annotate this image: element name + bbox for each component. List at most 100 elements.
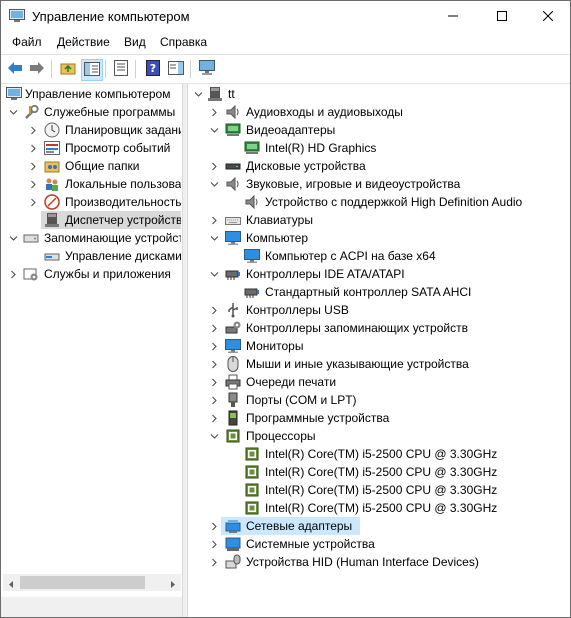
device-label: Устройства HID (Human Interface Devices) (246, 555, 479, 569)
maximize-button[interactable] (479, 1, 525, 32)
monitor-icon (225, 338, 241, 354)
chevron-right-icon[interactable] (210, 337, 219, 355)
device-item[interactable]: Intel(R) Core(TM) i5-2500 CPU @ 3.30GHz (240, 499, 505, 517)
show-hide-tree-button[interactable] (81, 59, 103, 81)
chevron-right-icon[interactable] (210, 157, 219, 175)
chevron-down-icon[interactable] (210, 229, 219, 247)
device-item[interactable]: Intel(R) HD Graphics (240, 139, 384, 157)
minimize-icon (448, 10, 458, 24)
device-category[interactable]: Клавиатуры (221, 211, 321, 229)
device-category[interactable]: Контроллеры запоминающих устройств (221, 319, 476, 337)
chevron-right-icon[interactable] (210, 319, 219, 337)
tree-item-storage[interactable]: Запоминающие устройства (3, 229, 181, 247)
device-item[interactable]: Стандартный контроллер SATA AHCI (240, 283, 479, 301)
processor-icon (244, 446, 260, 462)
action-pane-button[interactable] (166, 59, 186, 79)
up-level-button[interactable] (58, 59, 78, 79)
device-category[interactable]: Системные устройства (221, 535, 383, 553)
device-category[interactable]: Видеоадаптеры (221, 121, 343, 139)
tree-item-performance[interactable]: Производительность (3, 193, 181, 211)
chevron-right-icon[interactable] (29, 139, 38, 157)
chevron-down-icon[interactable] (210, 175, 219, 193)
device-item[interactable]: Intel(R) Core(TM) i5-2500 CPU @ 3.30GHz (240, 463, 505, 481)
chevron-right-icon[interactable] (210, 301, 219, 319)
forward-button[interactable] (27, 59, 47, 79)
chevron-down-icon[interactable] (9, 103, 18, 121)
device-category[interactable]: Дисковые устройства (221, 157, 374, 175)
chevron-down-icon[interactable] (210, 427, 219, 445)
menu-file[interactable]: Файл (12, 35, 42, 49)
svg-text:?: ? (150, 62, 156, 75)
chevron-right-icon[interactable] (29, 193, 38, 211)
tree-item-root[interactable]: Управление компьютером (3, 85, 181, 103)
chevron-right-icon[interactable] (210, 409, 219, 427)
tree-item-shared-folders[interactable]: Общие папки (3, 157, 181, 175)
chevron-right-icon[interactable] (9, 265, 18, 283)
chevron-right-icon[interactable] (210, 355, 219, 373)
chevron-right-icon[interactable] (29, 157, 38, 175)
chevron-down-icon[interactable] (210, 265, 219, 283)
processor-icon (244, 482, 260, 498)
action-pane-icon (168, 60, 184, 78)
device-item[interactable]: Компьютер с ACPI на базе x64 (240, 247, 444, 265)
device-item[interactable]: Intel(R) Core(TM) i5-2500 CPU @ 3.30GHz (240, 481, 505, 499)
chevron-right-icon[interactable] (210, 373, 219, 391)
chevron-down-icon[interactable] (9, 229, 18, 247)
menu-view[interactable]: Вид (124, 35, 146, 49)
menu-help[interactable]: Справка (160, 35, 207, 49)
system-device-icon (225, 536, 241, 552)
tree-item-system-tools[interactable]: Служебные программы (3, 103, 181, 121)
chevron-right-icon[interactable] (210, 103, 219, 121)
device-item[interactable]: Устройство с поддержкой High Definition … (240, 193, 530, 211)
menu-action[interactable]: Действие (57, 35, 110, 49)
device-category[interactable]: Контроллеры USB (221, 301, 357, 319)
help-button[interactable]: ? (143, 59, 163, 79)
processor-icon (244, 500, 260, 516)
device-category[interactable]: Компьютер (221, 229, 316, 247)
chevron-right-icon[interactable] (210, 391, 219, 409)
tree-item-event-viewer[interactable]: Просмотр событий (3, 139, 181, 157)
device-category[interactable]: Мыши и иные указывающие устройства (221, 355, 477, 373)
device-category[interactable]: Очереди печати (221, 373, 344, 391)
device-category[interactable]: Порты (COM и LPT) (221, 391, 365, 409)
show-hide-tree-icon (84, 61, 100, 79)
device-label: Компьютер с ACPI на базе x64 (265, 249, 436, 263)
tree-item-local-users[interactable]: Локальные пользователи (3, 175, 181, 193)
device-category[interactable]: Процессоры (221, 427, 324, 445)
printer-icon (225, 374, 241, 390)
device-category[interactable]: Контроллеры IDE ATA/ATAPI (221, 265, 413, 283)
chevron-right-icon[interactable] (210, 517, 219, 535)
device-item[interactable]: Intel(R) Core(TM) i5-2500 CPU @ 3.30GHz (240, 445, 505, 463)
chevron-down-icon[interactable] (210, 121, 219, 139)
properties-button[interactable] (111, 59, 131, 79)
tree-item-disk-management[interactable]: Управление дисками (3, 247, 181, 265)
back-arrow-icon (7, 61, 23, 78)
scroll-left-icon[interactable] (7, 578, 15, 592)
device-category[interactable]: Аудиовходы и аудиовыходы (221, 103, 411, 121)
close-button[interactable] (525, 1, 571, 32)
back-button[interactable] (5, 59, 25, 79)
device-category[interactable]: Устройства HID (Human Interface Devices) (221, 553, 487, 571)
device-category[interactable]: Звуковые, игровые и видеоустройства (221, 175, 468, 193)
chevron-right-icon[interactable] (29, 121, 38, 139)
chevron-right-icon[interactable] (210, 211, 219, 229)
horizontal-scrollbar[interactable] (3, 574, 181, 591)
device-category[interactable]: Программные устройства (221, 409, 397, 427)
chevron-right-icon[interactable] (210, 553, 219, 571)
chevron-down-icon[interactable] (194, 85, 203, 103)
scroll-right-icon[interactable] (169, 578, 177, 592)
device-label: Сетевые адаптеры (246, 519, 353, 533)
tree-item-device-manager[interactable]: Диспетчер устройств (41, 211, 181, 229)
scrollbar-thumb[interactable] (20, 576, 145, 589)
forward-arrow-icon (29, 61, 45, 78)
minimize-button[interactable] (430, 1, 476, 32)
device-label: Intel(R) Core(TM) i5-2500 CPU @ 3.30GHz (265, 447, 498, 461)
scan-hardware-button[interactable] (197, 59, 217, 79)
device-category[interactable]: Сетевые адаптеры (221, 517, 360, 535)
tree-item-services[interactable]: Службы и приложения (3, 265, 181, 283)
device-tree-root[interactable]: tt (188, 85, 570, 103)
device-category[interactable]: Мониторы (221, 337, 311, 355)
chevron-right-icon[interactable] (29, 175, 38, 193)
tree-item-task-scheduler[interactable]: Планировщик заданий (3, 121, 181, 139)
chevron-right-icon[interactable] (210, 535, 219, 553)
